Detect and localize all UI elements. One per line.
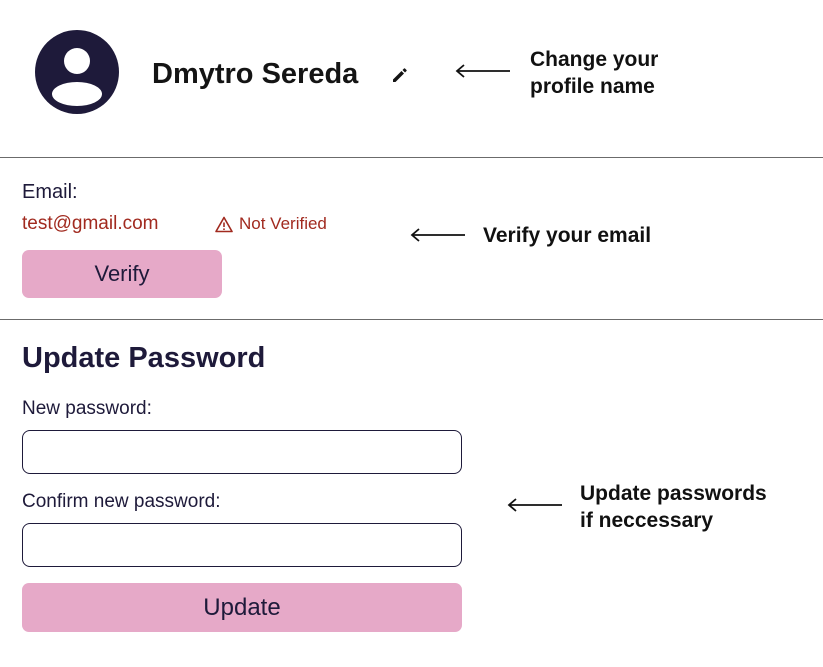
note-line: profile name	[530, 75, 655, 98]
note-line: if neccessary	[580, 509, 714, 532]
update-button[interactable]: Update	[22, 583, 462, 632]
status-text: Not Verified	[239, 214, 327, 233]
warning-triangle-icon	[215, 216, 233, 233]
confirm-password-input[interactable]	[22, 523, 462, 567]
update-password-note: Update passwords if neccessary	[580, 480, 767, 534]
arrow-left-icon	[455, 64, 511, 78]
user-avatar-icon	[35, 30, 119, 114]
section-title: Update Password	[22, 342, 266, 374]
arrow-left-icon	[410, 228, 466, 242]
divider	[0, 157, 823, 158]
arrow-left-icon	[507, 498, 563, 512]
email-label: Email:	[22, 181, 78, 203]
confirm-password-label: Confirm new password:	[22, 491, 221, 512]
verify-button[interactable]: Verify	[22, 250, 222, 298]
note-line: Change your	[530, 48, 659, 71]
email-value: test@gmail.com	[22, 213, 159, 234]
note-line: Update passwords	[580, 482, 767, 505]
email-status: Not Verified	[215, 212, 327, 236]
profile-name-note: Change your profile name	[530, 46, 658, 100]
new-password-label: New password:	[22, 398, 152, 419]
verify-email-note: Verify your email	[483, 224, 652, 247]
divider	[0, 319, 823, 320]
pencil-icon[interactable]	[391, 66, 409, 84]
new-password-input[interactable]	[22, 430, 462, 474]
profile-name: Dmytro Sereda	[152, 58, 359, 90]
